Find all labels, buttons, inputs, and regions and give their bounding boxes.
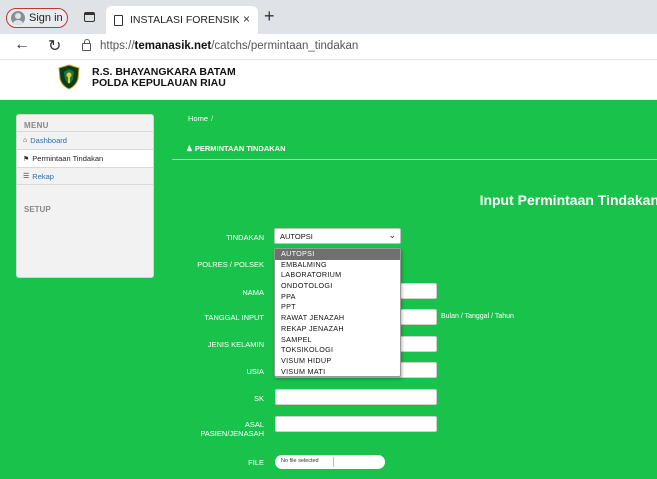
dropdown-option[interactable]: REKAP JENAZAH xyxy=(275,324,400,335)
section-title-text: PERMINTAAN TINDAKAN xyxy=(194,144,286,153)
page-icon xyxy=(114,14,123,26)
profile-label: Sign in xyxy=(29,12,63,24)
sk-input[interactable] xyxy=(275,389,437,405)
dropdown-option[interactable]: RAWAT JENAZAH xyxy=(275,313,400,324)
reload-icon[interactable]: ↻ xyxy=(48,36,61,56)
browser-tab[interactable]: INSTALASI FORENSIK R.S. BHAYANGKARA × xyxy=(106,6,258,34)
dropdown-option[interactable]: VISUM HIDUP xyxy=(275,356,400,367)
sidebar-item-rekap[interactable]: ☰ Rekap xyxy=(17,167,153,185)
main-content: Home / ♟ PERMINTAAN TINDAKAN Input Permin… xyxy=(172,100,657,479)
avatar-icon xyxy=(11,11,25,25)
breadcrumb-separator: / xyxy=(211,114,214,123)
sidebar-item-label: Dashboard xyxy=(30,136,67,145)
brand-name: R.S. BHAYANGKARA BATAM POLDA KEPULAUAN R… xyxy=(92,67,236,89)
tanggal-input-label: TANGGAL INPUT xyxy=(204,313,264,322)
dropdown-option[interactable]: VISUM MATI xyxy=(275,367,400,378)
asal-label-line1: ASAL xyxy=(244,420,264,429)
home-icon: ⌂ xyxy=(23,137,28,144)
file-status: No file selected xyxy=(281,458,319,464)
dropdown-option[interactable]: PPA xyxy=(275,292,400,303)
page-title: Input Permintaan Tindakan xyxy=(479,192,657,208)
tab-title: INSTALASI FORENSIK R.S. BHAYANGKARA xyxy=(130,14,242,26)
lock-icon[interactable] xyxy=(82,39,91,51)
app-area: MENU ⌂ Dashboard ⚑ Permintaan Tindakan ☰… xyxy=(0,100,657,479)
url-path: /catchs/permintaan_tindakan xyxy=(211,40,359,52)
sidebar-item-dashboard[interactable]: ⌂ Dashboard xyxy=(17,131,153,149)
setup-heading: SETUP xyxy=(24,205,51,214)
tindakan-dropdown: AUTOPSI EMBALMING LABORATORIUM ONDOTOLOG… xyxy=(274,248,401,377)
dropdown-option[interactable]: ONDOTOLOGI xyxy=(275,281,400,292)
dropdown-option[interactable]: TOKSIKOLOGI xyxy=(275,345,400,356)
address-bar: ← ↻ https://temanasik.net/catchs/permint… xyxy=(0,34,657,60)
brand-line2: POLDA KEPULAUAN RIAU xyxy=(92,77,226,89)
file-label: FILE xyxy=(248,458,264,467)
site-header: R.S. BHAYANGKARA BATAM POLDA KEPULAUAN R… xyxy=(0,60,657,100)
new-tab-button[interactable]: + xyxy=(264,6,275,26)
user-icon: ♟ xyxy=(186,144,195,153)
sidebar-item-label: Permintaan Tindakan xyxy=(32,154,104,163)
dropdown-option[interactable]: PPT xyxy=(275,302,400,313)
tindakan-select[interactable]: AUTOPSI ⌄ xyxy=(274,228,401,244)
list-icon: ☰ xyxy=(23,173,30,180)
url-prefix: https:// xyxy=(100,40,135,52)
dropdown-option[interactable]: SAMPEL xyxy=(275,335,400,346)
tag-icon: ⚑ xyxy=(23,155,30,163)
divider xyxy=(172,159,657,160)
polres-label: POLRES / POLSEK xyxy=(197,260,264,269)
sidebar: MENU ⌂ Dashboard ⚑ Permintaan Tindakan ☰… xyxy=(16,114,154,278)
breadcrumb-home[interactable]: Home xyxy=(188,114,208,123)
profile-button[interactable]: Sign in xyxy=(6,8,68,28)
jenis-kelamin-label: JENIS KELAMIN xyxy=(207,340,264,349)
tindakan-value: AUTOPSI xyxy=(280,232,313,241)
breadcrumb: Home / xyxy=(188,114,213,123)
asal-pasien-input[interactable] xyxy=(275,416,437,432)
police-logo xyxy=(58,64,80,90)
url-field[interactable]: https://temanasik.net/catchs/permintaan_… xyxy=(100,40,358,52)
file-input[interactable]: No file selected xyxy=(275,455,385,469)
date-format-hint: Bulan / Tanggal / Tahun xyxy=(441,313,514,320)
dropdown-option[interactable]: EMBALMING xyxy=(275,260,400,271)
sidebar-item-label: Rekap xyxy=(32,171,54,181)
sidebar-item-permintaan-tindakan[interactable]: ⚑ Permintaan Tindakan xyxy=(17,149,153,167)
asal-label-line2: PASIEN/JENASAH xyxy=(200,429,264,438)
sk-label: SK xyxy=(253,394,264,403)
dropdown-option[interactable]: AUTOPSI xyxy=(275,249,400,260)
asal-pasien-label: ASAL PASIEN/JENASAH xyxy=(200,420,264,438)
tab-actions-icon[interactable] xyxy=(84,12,95,22)
usia-label: USIA xyxy=(246,367,264,376)
chevron-down-icon: ⌄ xyxy=(388,230,396,240)
section-title: ♟ PERMINTAAN TINDAKAN xyxy=(186,144,286,153)
browser-tab-bar: Sign in INSTALASI FORENSIK R.S. BHAYANGK… xyxy=(0,0,657,34)
nama-label: NAMA xyxy=(242,288,264,297)
tab-close-button[interactable]: × xyxy=(243,12,250,26)
menu-heading: MENU xyxy=(24,121,49,130)
dropdown-option[interactable]: LABORATORIUM xyxy=(275,270,400,281)
file-divider xyxy=(333,457,334,467)
back-icon[interactable]: ← xyxy=(14,36,30,54)
tindakan-label: TINDAKAN xyxy=(226,233,264,242)
url-domain: temanasik.net xyxy=(134,40,212,52)
